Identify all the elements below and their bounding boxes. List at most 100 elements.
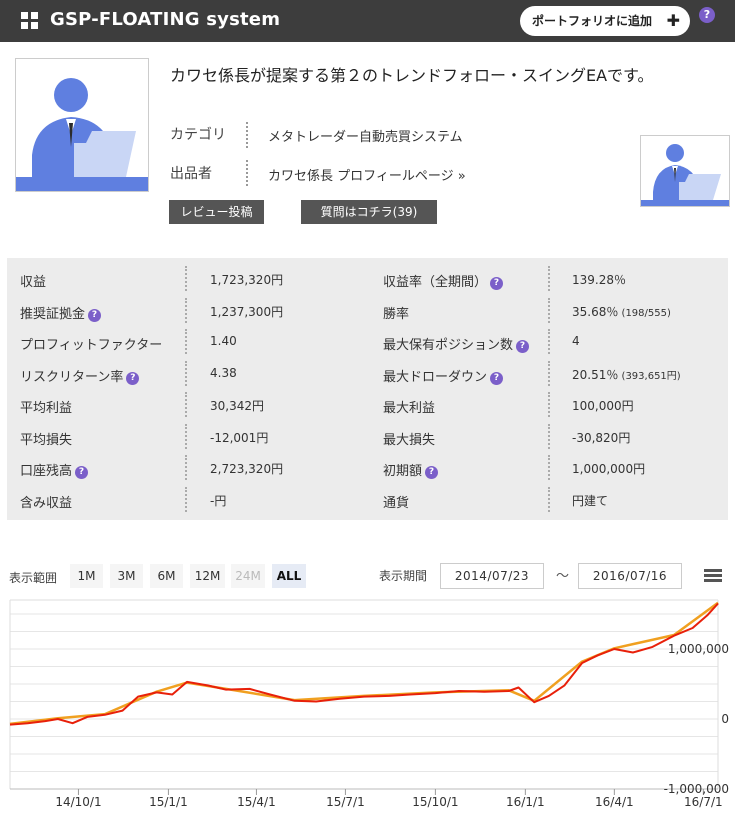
stats-row: 収益 1,723,320円 収益率（全期間）? 139.28％ [7,263,728,294]
y-tick-label: -1,000,000 [664,782,729,796]
stat-label: 初期額? [383,460,439,479]
stat-value: 1,000,000円 [572,460,645,477]
y-tick-label: 1,000,000 [668,642,729,656]
stat-value: 1,723,320円 [210,273,284,287]
divider [548,266,550,291]
range-button-12m[interactable]: 12M [190,564,225,588]
divider [185,297,187,323]
stat-value-text: 139.28％ [572,273,626,287]
stat-label: 最大ドローダウン? [383,366,504,385]
hamburger-menu-icon[interactable] [704,569,722,583]
range-button-24m: 24M [231,564,265,588]
tilde: 〜 [556,569,570,584]
stat-label-text: 収益率（全期間） [383,275,488,290]
add-to-portfolio-button[interactable]: ポートフォリオに追加 ✚ [520,6,690,36]
stat-label: 通貨 [383,492,409,511]
x-tick-label: 16/4/1 [595,795,634,809]
help-icon[interactable]: ? [490,371,504,385]
grid-logo-icon [21,12,39,30]
divider [246,122,248,148]
product-avatar [15,58,149,192]
stat-label: 収益 [20,271,46,290]
stat-value: 4 [572,334,580,348]
stat-label: 平均利益 [20,397,72,416]
plus-icon: ✚ [666,11,680,30]
stat-label: 最大利益 [383,397,435,416]
divider [246,160,248,186]
stats-row: 平均利益 30,342円 最大利益 100,000円 [7,389,728,420]
divider [548,455,550,480]
stat-label-text: 推奨証拠金 [20,306,86,322]
x-tick-label: 15/7/1 [326,795,365,809]
category-value[interactable]: メタトレーダー自動売買システム [268,126,463,145]
equity-chart: 14/10/1 15/1/1 15/4/1 15/7/1 15/10/1 16/1/1 16… [0,596,735,813]
x-tick-label: 16/7/1 [684,795,723,809]
stats-row: 推奨証拠金? 1,237,300円 勝率 35.68％ (198/555) [7,295,728,326]
divider [185,486,187,512]
divider [185,455,187,480]
x-tick-label: 15/10/1 [412,795,458,809]
stat-label-text: 初期額 [383,464,423,479]
seller-avatar[interactable] [640,135,730,207]
divider [185,329,187,354]
stat-value: 円建て [572,492,608,509]
divider [548,297,550,323]
divider [185,360,187,386]
help-icon[interactable]: ? [425,466,439,479]
help-icon[interactable]: ? [490,277,504,290]
stat-label: 推奨証拠金? [20,303,102,322]
stat-value-text: 1,000,000円 [572,462,646,476]
range-label: 表示範囲 [9,571,58,585]
stats-row: リスクリターン率? 4.38 最大ドローダウン? 20.51％ (393,651円) [7,358,728,389]
x-tick-label: 15/4/1 [237,795,276,809]
stat-value: 2,723,320円 [210,462,284,476]
product-description: カワセ係長が提案する第２のトレンドフォロー・スイングEAです。 [170,66,654,85]
range-button-all[interactable]: ALL [272,564,306,588]
help-icon[interactable]: ? [699,7,715,23]
stat-value: 35.68％ (198/555) [572,303,671,320]
divider [185,266,187,291]
period-label: 表示期間 [379,569,428,583]
help-icon[interactable]: ? [88,308,102,322]
range-button-6m[interactable]: 6M [150,564,183,588]
question-button[interactable]: 質問はコチラ(39) [301,200,437,224]
stat-label-text: 最大損失 [383,432,436,448]
stat-value: -12,001円 [210,430,269,445]
stat-value-text: -30,820円 [572,430,631,445]
stats-panel: 収益 1,723,320円 収益率（全期間）? 139.28％ 推奨証拠金? 1,237,… [7,258,728,520]
equity-series-line [9,602,719,726]
stat-value: 139.28％ [572,271,626,288]
stat-value-text: 4 [572,334,580,348]
x-tick-label: 15/1/1 [149,795,188,809]
stat-value: 1,237,300円 [210,304,284,319]
help-icon[interactable]: ? [516,340,530,353]
stat-label: 口座残高? [20,460,89,479]
x-tick-label: 16/1/1 [506,795,545,809]
stat-label-text: 最大利益 [383,401,436,416]
category-label: カテゴリ [170,127,226,143]
divider [548,329,550,354]
stat-label: 最大損失 [383,429,435,448]
stat-label: 収益率（全期間）? [383,271,504,290]
stat-value-text: 20.51％ [572,367,619,382]
stat-label: 最大保有ポジション数? [383,334,530,353]
help-icon[interactable]: ? [75,466,89,479]
page-title: GSP-FLOATING system [50,9,281,30]
range-button-1m[interactable]: 1M [70,564,103,588]
seller-profile-link[interactable]: カワセ係長 プロフィールページ » [268,165,466,184]
range-button-3m[interactable]: 3M [110,564,143,588]
stat-label-text: 通貨 [383,495,410,511]
x-tick-label: 14/10/1 [55,795,101,809]
stat-value: 4.38 [210,365,237,380]
review-post-button[interactable]: レビュー投稿 [169,200,264,224]
stat-sub-value: (393,651円) [618,370,681,382]
add-to-portfolio-label: ポートフォリオに追加 [532,14,653,28]
help-icon[interactable]: ? [126,371,140,385]
divider [185,423,187,449]
date-to-input[interactable]: 2016/07/16 [578,563,682,589]
date-from-input[interactable]: 2014/07/23 [440,563,544,589]
stat-label-text: 平均利益 [20,401,73,416]
stat-value-text: 100,000円 [572,399,634,413]
stat-value: 20.51％ (393,651円) [572,366,681,383]
stats-row: 含み収益 -円 通貨 円建て [7,484,728,515]
